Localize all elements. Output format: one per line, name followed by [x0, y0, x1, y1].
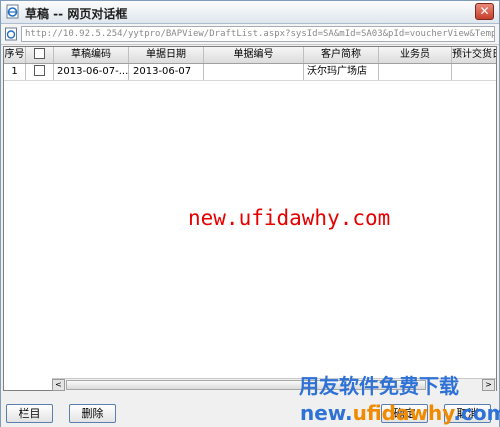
column-header-doc-no[interactable]: 单据编号	[204, 47, 304, 63]
scroll-right-button[interactable]: >	[482, 379, 495, 391]
row-select-cell[interactable]	[26, 64, 54, 80]
watermark-brand-url-b: ufidawhy	[352, 401, 454, 425]
row-salesman	[379, 64, 452, 80]
table-row[interactable]: 1 2013-06-07-... 2013-06-07 沃尔玛广场店	[4, 64, 496, 81]
chevron-right-icon: >	[485, 380, 492, 389]
watermark-brand-url: new.ufidawhy.com	[300, 401, 500, 425]
watermark-url-text: new.ufidawhy.com	[188, 206, 391, 230]
row-checkbox[interactable]	[34, 64, 45, 76]
column-header-customer[interactable]: 客户简称	[304, 47, 379, 63]
close-button[interactable]: ✕	[475, 3, 494, 20]
column-header-salesman[interactable]: 业务员	[379, 47, 452, 63]
column-header-seq[interactable]: 序号	[4, 47, 26, 63]
row-seq: 1	[4, 64, 26, 80]
ie-page-icon	[5, 27, 17, 41]
row-date: 2013-06-07	[129, 64, 204, 80]
column-header-delivery-date[interactable]: 预计交货日	[452, 47, 496, 63]
row-draft-code: 2013-06-07-...	[54, 64, 129, 80]
watermark-brand-url-a: new.	[300, 401, 353, 425]
grid-header: 序号 草稿编码 单据日期 单据编号 客户简称 业务员 预计交货日	[4, 47, 496, 64]
watermark-brand-url-c: .com	[453, 401, 500, 425]
columns-button[interactable]: 栏目	[6, 404, 53, 423]
column-header-select-all[interactable]	[26, 47, 54, 63]
chevron-left-icon: <	[55, 380, 62, 389]
address-bar: http://10.92.5.254/yytpro/BAPView/DraftL…	[1, 24, 499, 45]
close-icon: ✕	[479, 4, 490, 18]
row-doc-no	[204, 64, 304, 80]
select-all-checkbox[interactable]	[34, 47, 45, 59]
address-url-field[interactable]: http://10.92.5.254/yytpro/BAPView/DraftL…	[21, 26, 495, 42]
delete-button[interactable]: 删除	[69, 404, 116, 423]
dialog-window: 草稿 -- 网页对话框 ✕ http://10.92.5.254/yytpro/…	[0, 0, 500, 427]
row-customer: 沃尔玛广场店	[304, 64, 379, 80]
window-title: 草稿 -- 网页对话框	[25, 7, 128, 21]
column-header-draft-code[interactable]: 草稿编码	[54, 47, 129, 63]
watermark-brand-chinese: 用友软件免费下载	[299, 374, 459, 398]
title-bar[interactable]: 草稿 -- 网页对话框 ✕	[1, 1, 499, 24]
column-header-date[interactable]: 单据日期	[129, 47, 204, 63]
row-delivery-date	[452, 64, 496, 80]
scroll-left-button[interactable]: <	[52, 379, 65, 391]
ie-page-icon	[6, 4, 19, 19]
